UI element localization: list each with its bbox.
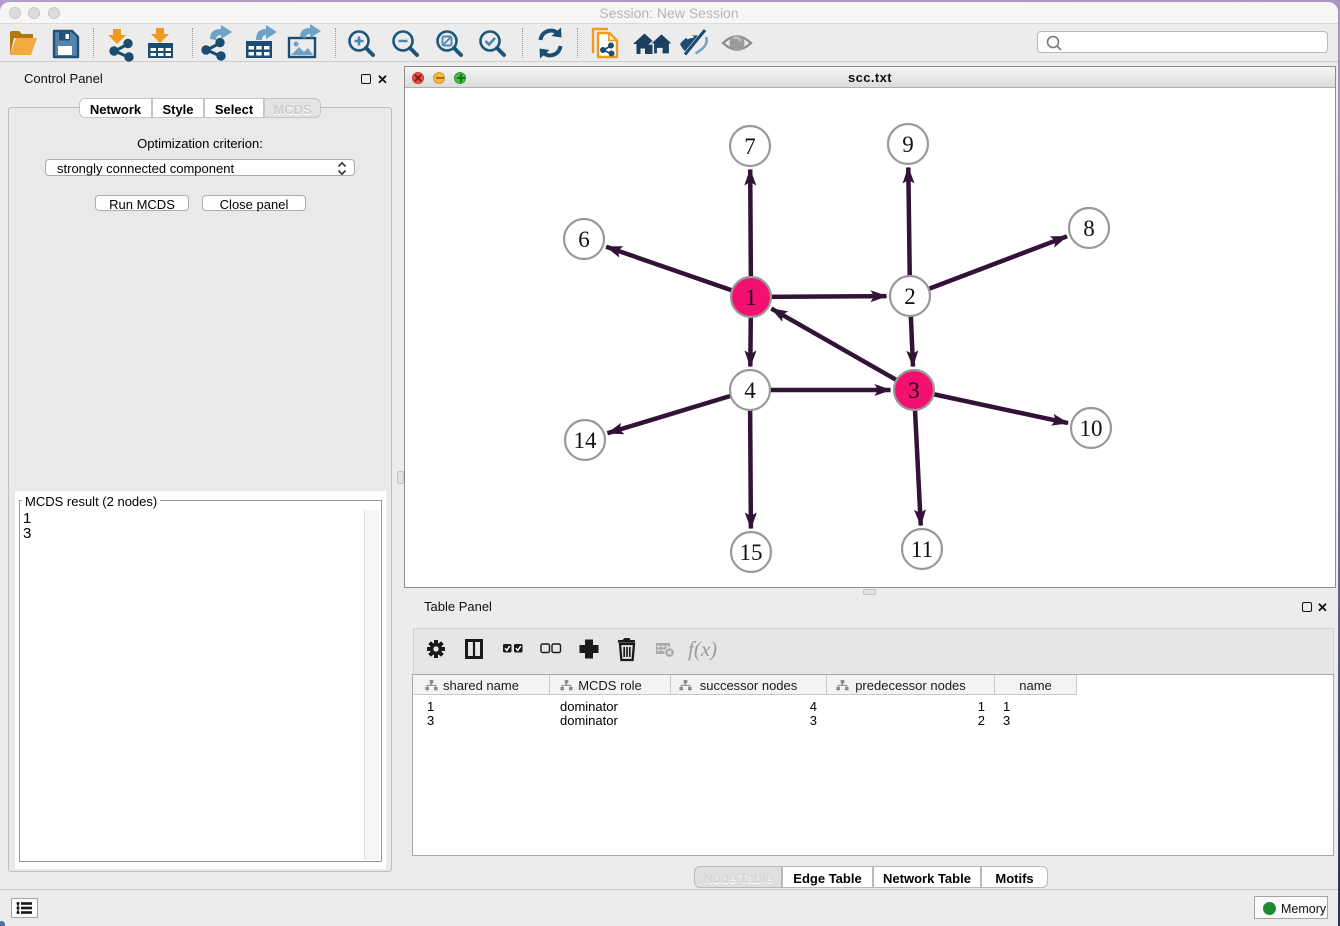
svg-text:9: 9 xyxy=(902,132,914,157)
svg-text:4: 4 xyxy=(744,378,756,403)
svg-text:7: 7 xyxy=(744,134,756,159)
svg-text:2: 2 xyxy=(904,284,916,309)
svg-text:6: 6 xyxy=(578,227,590,252)
svg-text:15: 15 xyxy=(740,540,763,565)
svg-text:8: 8 xyxy=(1083,216,1095,241)
svg-text:14: 14 xyxy=(574,428,598,453)
svg-text:10: 10 xyxy=(1080,416,1103,441)
svg-text:1: 1 xyxy=(745,285,757,310)
svg-text:3: 3 xyxy=(908,378,920,403)
svg-text:11: 11 xyxy=(911,537,933,562)
svg-text:f(x): f(x) xyxy=(688,637,717,661)
